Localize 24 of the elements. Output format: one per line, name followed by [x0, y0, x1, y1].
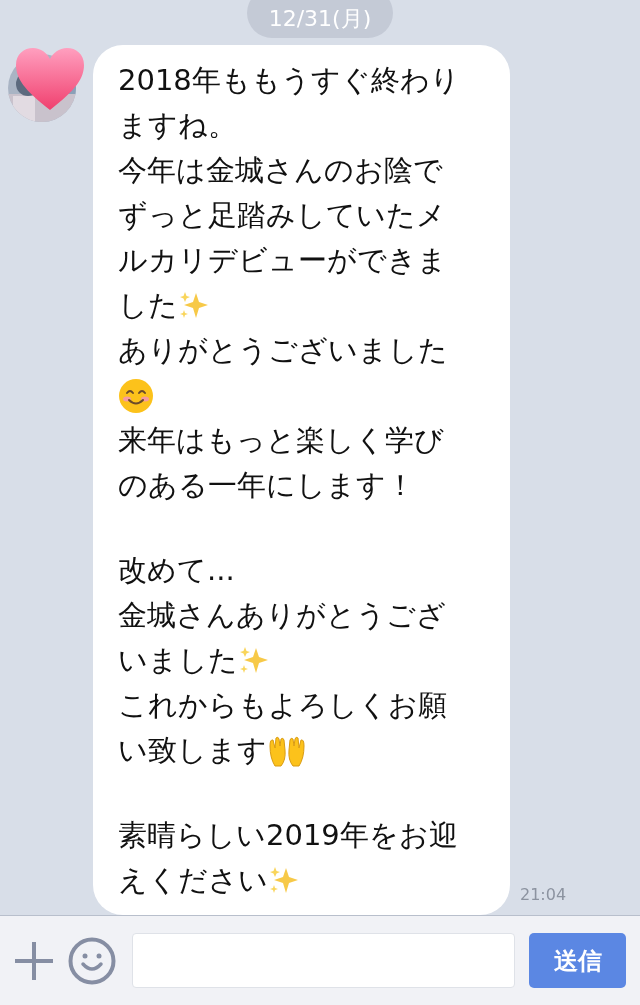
message-text: い致します	[118, 731, 267, 769]
message-text: のある一年にします！	[118, 466, 415, 504]
message-text: 金城さんありがとうござ	[118, 596, 446, 634]
message-text: 素晴らしい2019年をお迎	[118, 816, 458, 854]
plus-icon[interactable]	[14, 940, 54, 981]
message-input[interactable]	[132, 933, 515, 988]
message-text: いました	[118, 641, 238, 679]
emoji-icon[interactable]	[68, 936, 116, 985]
message-time: 21:04	[520, 884, 567, 906]
send-button[interactable]: 送信	[529, 933, 626, 988]
message-text: これからもよろしくお願	[118, 686, 447, 724]
message-text: えください	[118, 861, 268, 899]
message-text: 今年は金城さんのお陰で	[118, 151, 443, 189]
message-text: 2018年ももうすぐ終わり	[118, 61, 460, 99]
message-text: ルカリデビューができま	[118, 241, 447, 279]
date-label: 12/31(月)	[247, 0, 393, 38]
message-text: 来年はもっと楽しく学び	[118, 421, 444, 459]
heart-icon	[14, 46, 86, 112]
message-text: ずっと足踏みしていたメ	[118, 196, 446, 234]
message-text: ますね。	[118, 106, 237, 144]
message-text: した	[118, 286, 178, 324]
message-text: ありがとうございました	[118, 331, 448, 369]
message-text: 改めて...	[118, 551, 235, 589]
smiling-face-icon	[118, 377, 154, 414]
